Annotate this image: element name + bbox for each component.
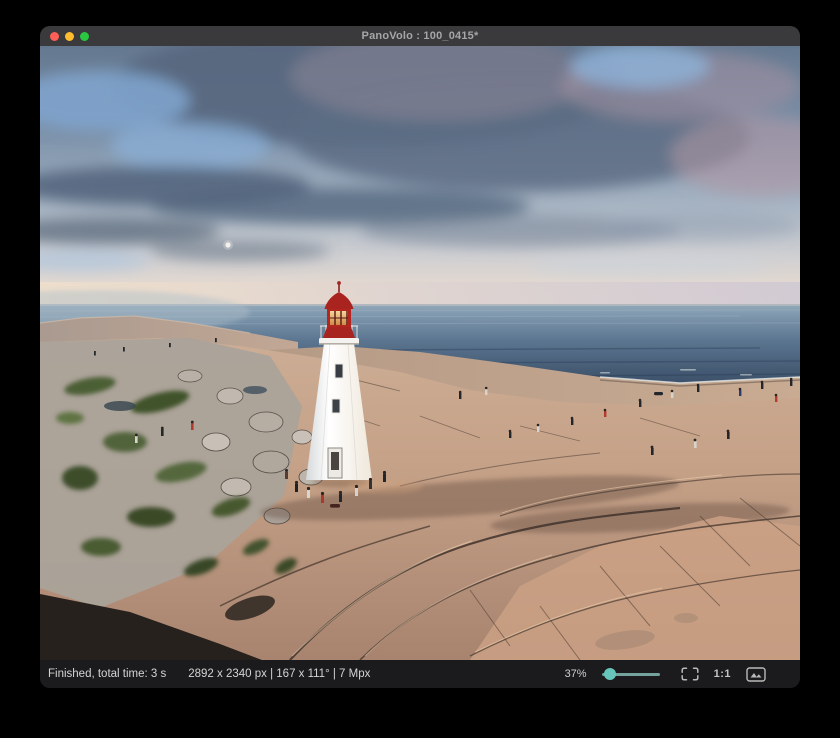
preview-toggle-button[interactable] [746,664,766,684]
minimize-button[interactable] [65,32,74,41]
image-preview-icon [746,667,766,682]
close-button[interactable] [50,32,59,41]
actual-size-button[interactable]: 1:1 [714,664,731,684]
photo-canvas[interactable] [40,46,800,660]
statusbar: Finished, total time: 3 s 2892 x 2340 px… [40,660,800,688]
status-text: Finished, total time: 3 s [48,668,166,680]
zoom-percent-label: 37% [565,668,587,680]
window-title: PanoVolo : 100_0415* [362,30,479,42]
zoom-slider-thumb[interactable] [604,668,616,680]
traffic-lights [50,26,89,46]
panorama-image [40,46,800,660]
zoom-slider[interactable] [602,667,660,681]
image-info: 2892 x 2340 px | 167 x 111° | 7 Mpx [188,668,370,680]
titlebar[interactable]: PanoVolo : 100_0415* [40,26,800,46]
actual-size-label: 1:1 [714,668,731,680]
zoom-button[interactable] [80,32,89,41]
fit-to-window-button[interactable] [681,664,699,684]
fit-to-window-icon [681,667,699,681]
app-window: PanoVolo : 100_0415* [40,26,800,688]
